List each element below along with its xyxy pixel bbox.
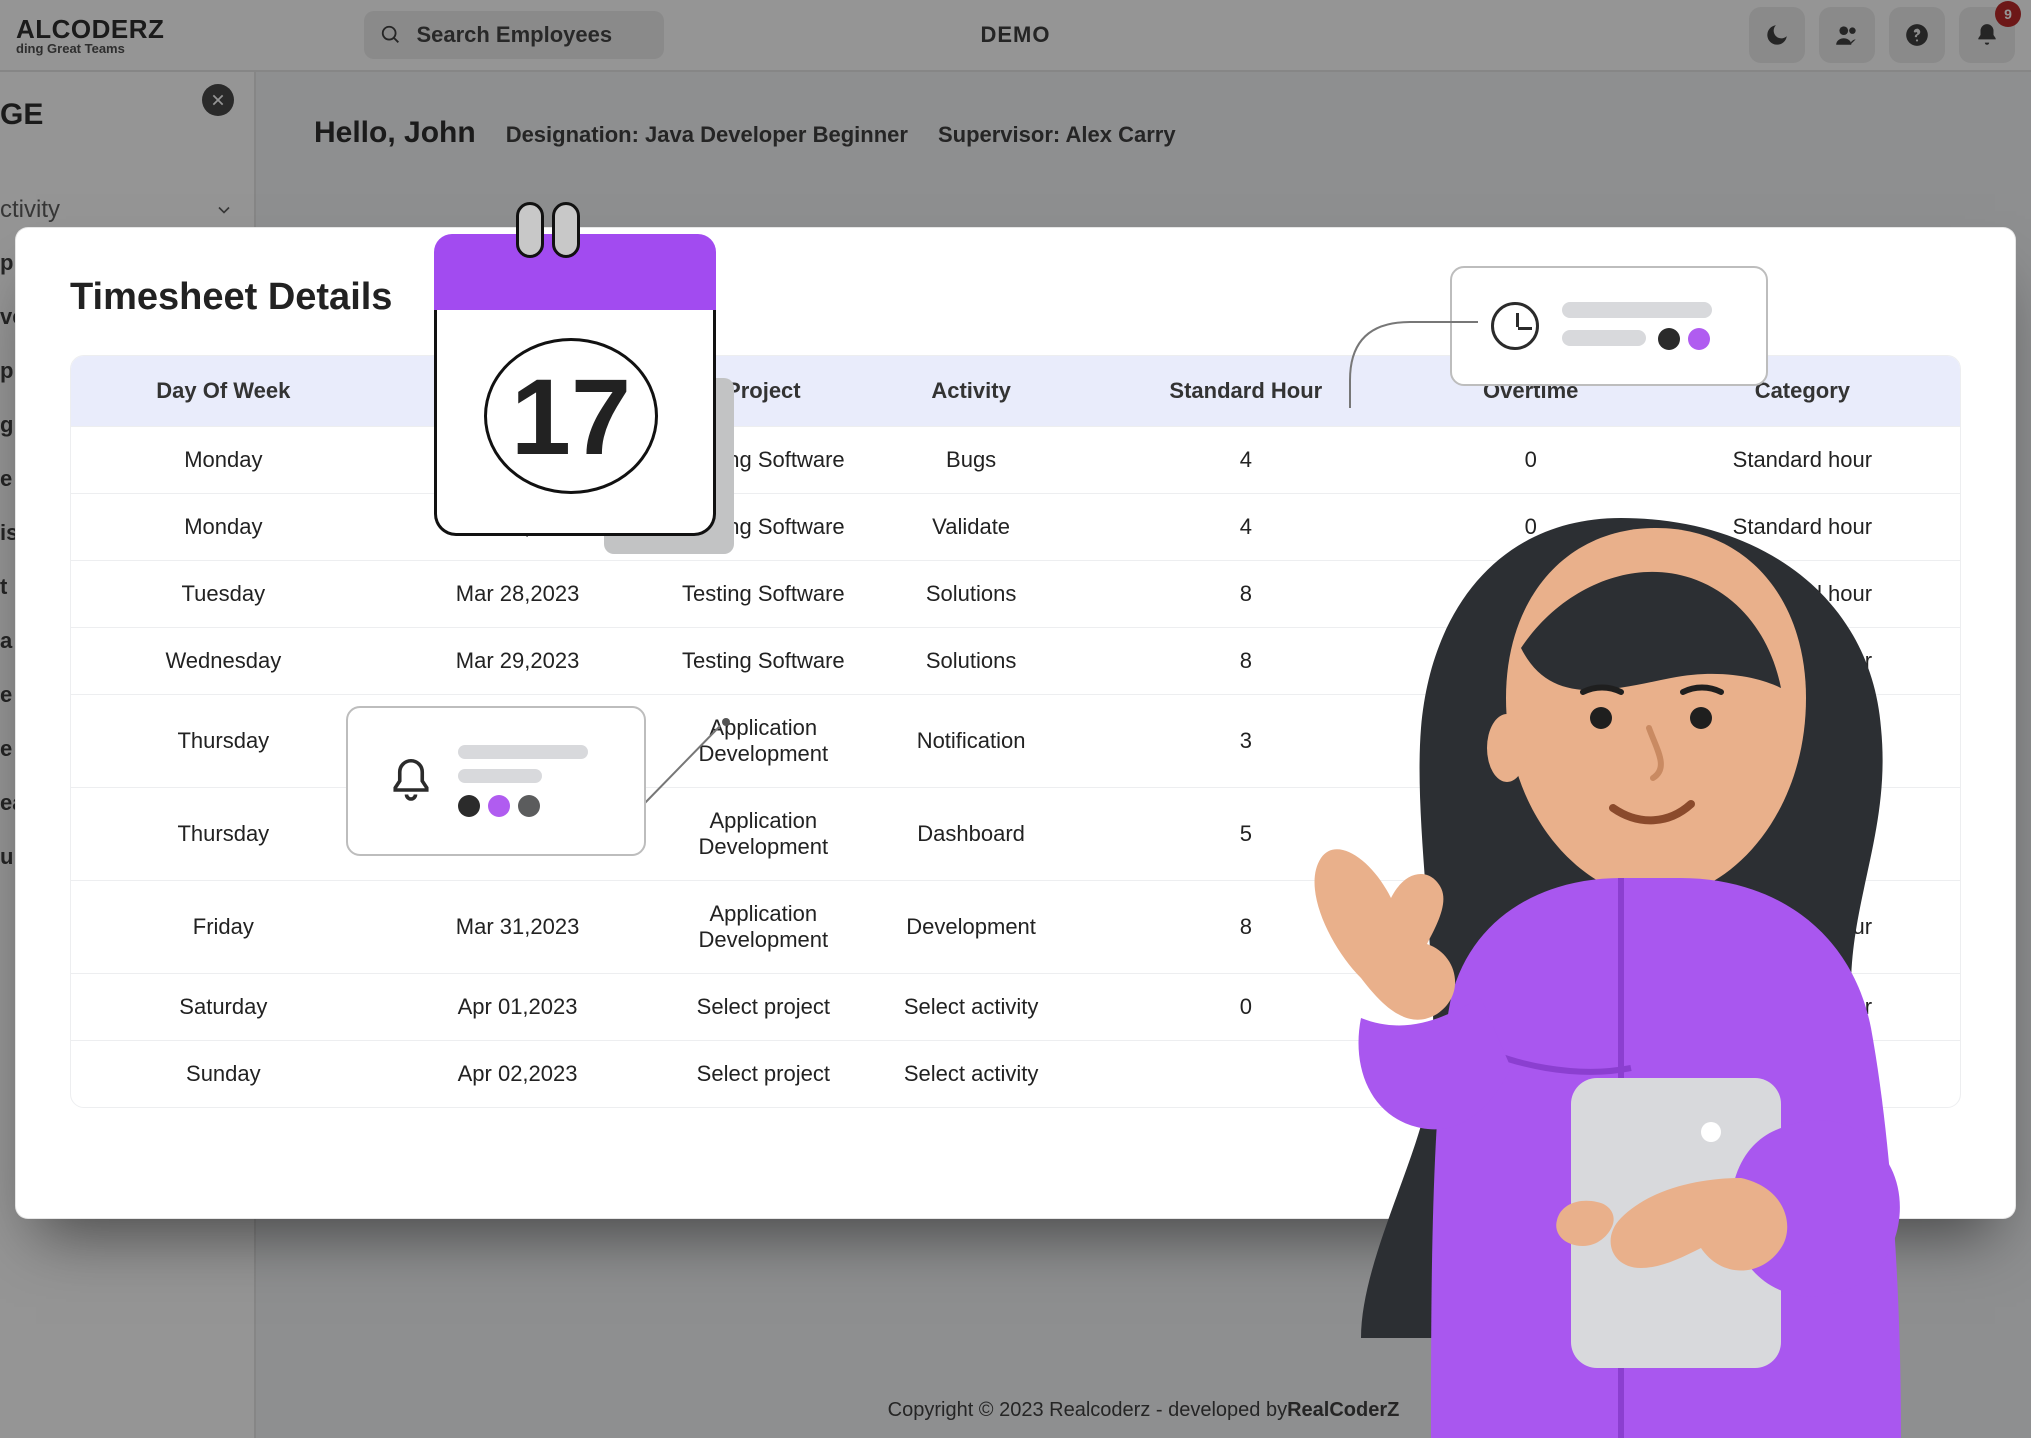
table-cell: Solutions (867, 560, 1075, 627)
table-cell: Select project (659, 973, 867, 1040)
table-cell: Dashboard (867, 787, 1075, 880)
table-cell: Select project (659, 1040, 867, 1107)
table-cell: Tuesday (71, 560, 376, 627)
table-cell: Apr 01,2023 (376, 973, 660, 1040)
table-cell: Monday (71, 426, 376, 493)
table-cell: ApplicationDevelopment (659, 787, 867, 880)
table-cell: Mar 28,2023 (376, 560, 660, 627)
table-cell: Notification (867, 694, 1075, 787)
bell-outline-icon (384, 754, 438, 808)
table-cell: ApplicationDevelopment (659, 694, 867, 787)
table-cell: Sunday (71, 1040, 376, 1107)
calendar-day: 17 (484, 338, 658, 494)
table-cell: Validate (867, 493, 1075, 560)
notification-card (346, 706, 646, 856)
table-cell: Monday (71, 493, 376, 560)
table-cell: Apr 02,2023 (376, 1040, 660, 1107)
clock-icon (1491, 302, 1539, 350)
table-cell: Mar 31,2023 (376, 880, 660, 973)
table-cell: Testing Software (659, 627, 867, 694)
presenter-illustration (1261, 478, 1981, 1438)
table-header-cell: Standard Hour (1075, 356, 1417, 426)
table-cell: Wednesday (71, 627, 376, 694)
table-cell: Mar 29,2023 (376, 627, 660, 694)
table-header-cell: Activity (867, 356, 1075, 426)
calendar-illustration: 17 (434, 200, 716, 500)
table-cell: Development (867, 880, 1075, 973)
table-cell: Bugs (867, 426, 1075, 493)
clock-card (1450, 266, 1768, 386)
table-cell: Saturday (71, 973, 376, 1040)
table-cell: Friday (71, 880, 376, 973)
table-cell: Select activity (867, 1040, 1075, 1107)
table-cell: Select activity (867, 973, 1075, 1040)
table-cell: Solutions (867, 627, 1075, 694)
table-cell: Testing Software (659, 560, 867, 627)
table-cell: Thursday (71, 787, 376, 880)
table-cell: Thursday (71, 694, 376, 787)
table-cell: ApplicationDevelopment (659, 880, 867, 973)
table-header-cell: Day Of Week (71, 356, 376, 426)
